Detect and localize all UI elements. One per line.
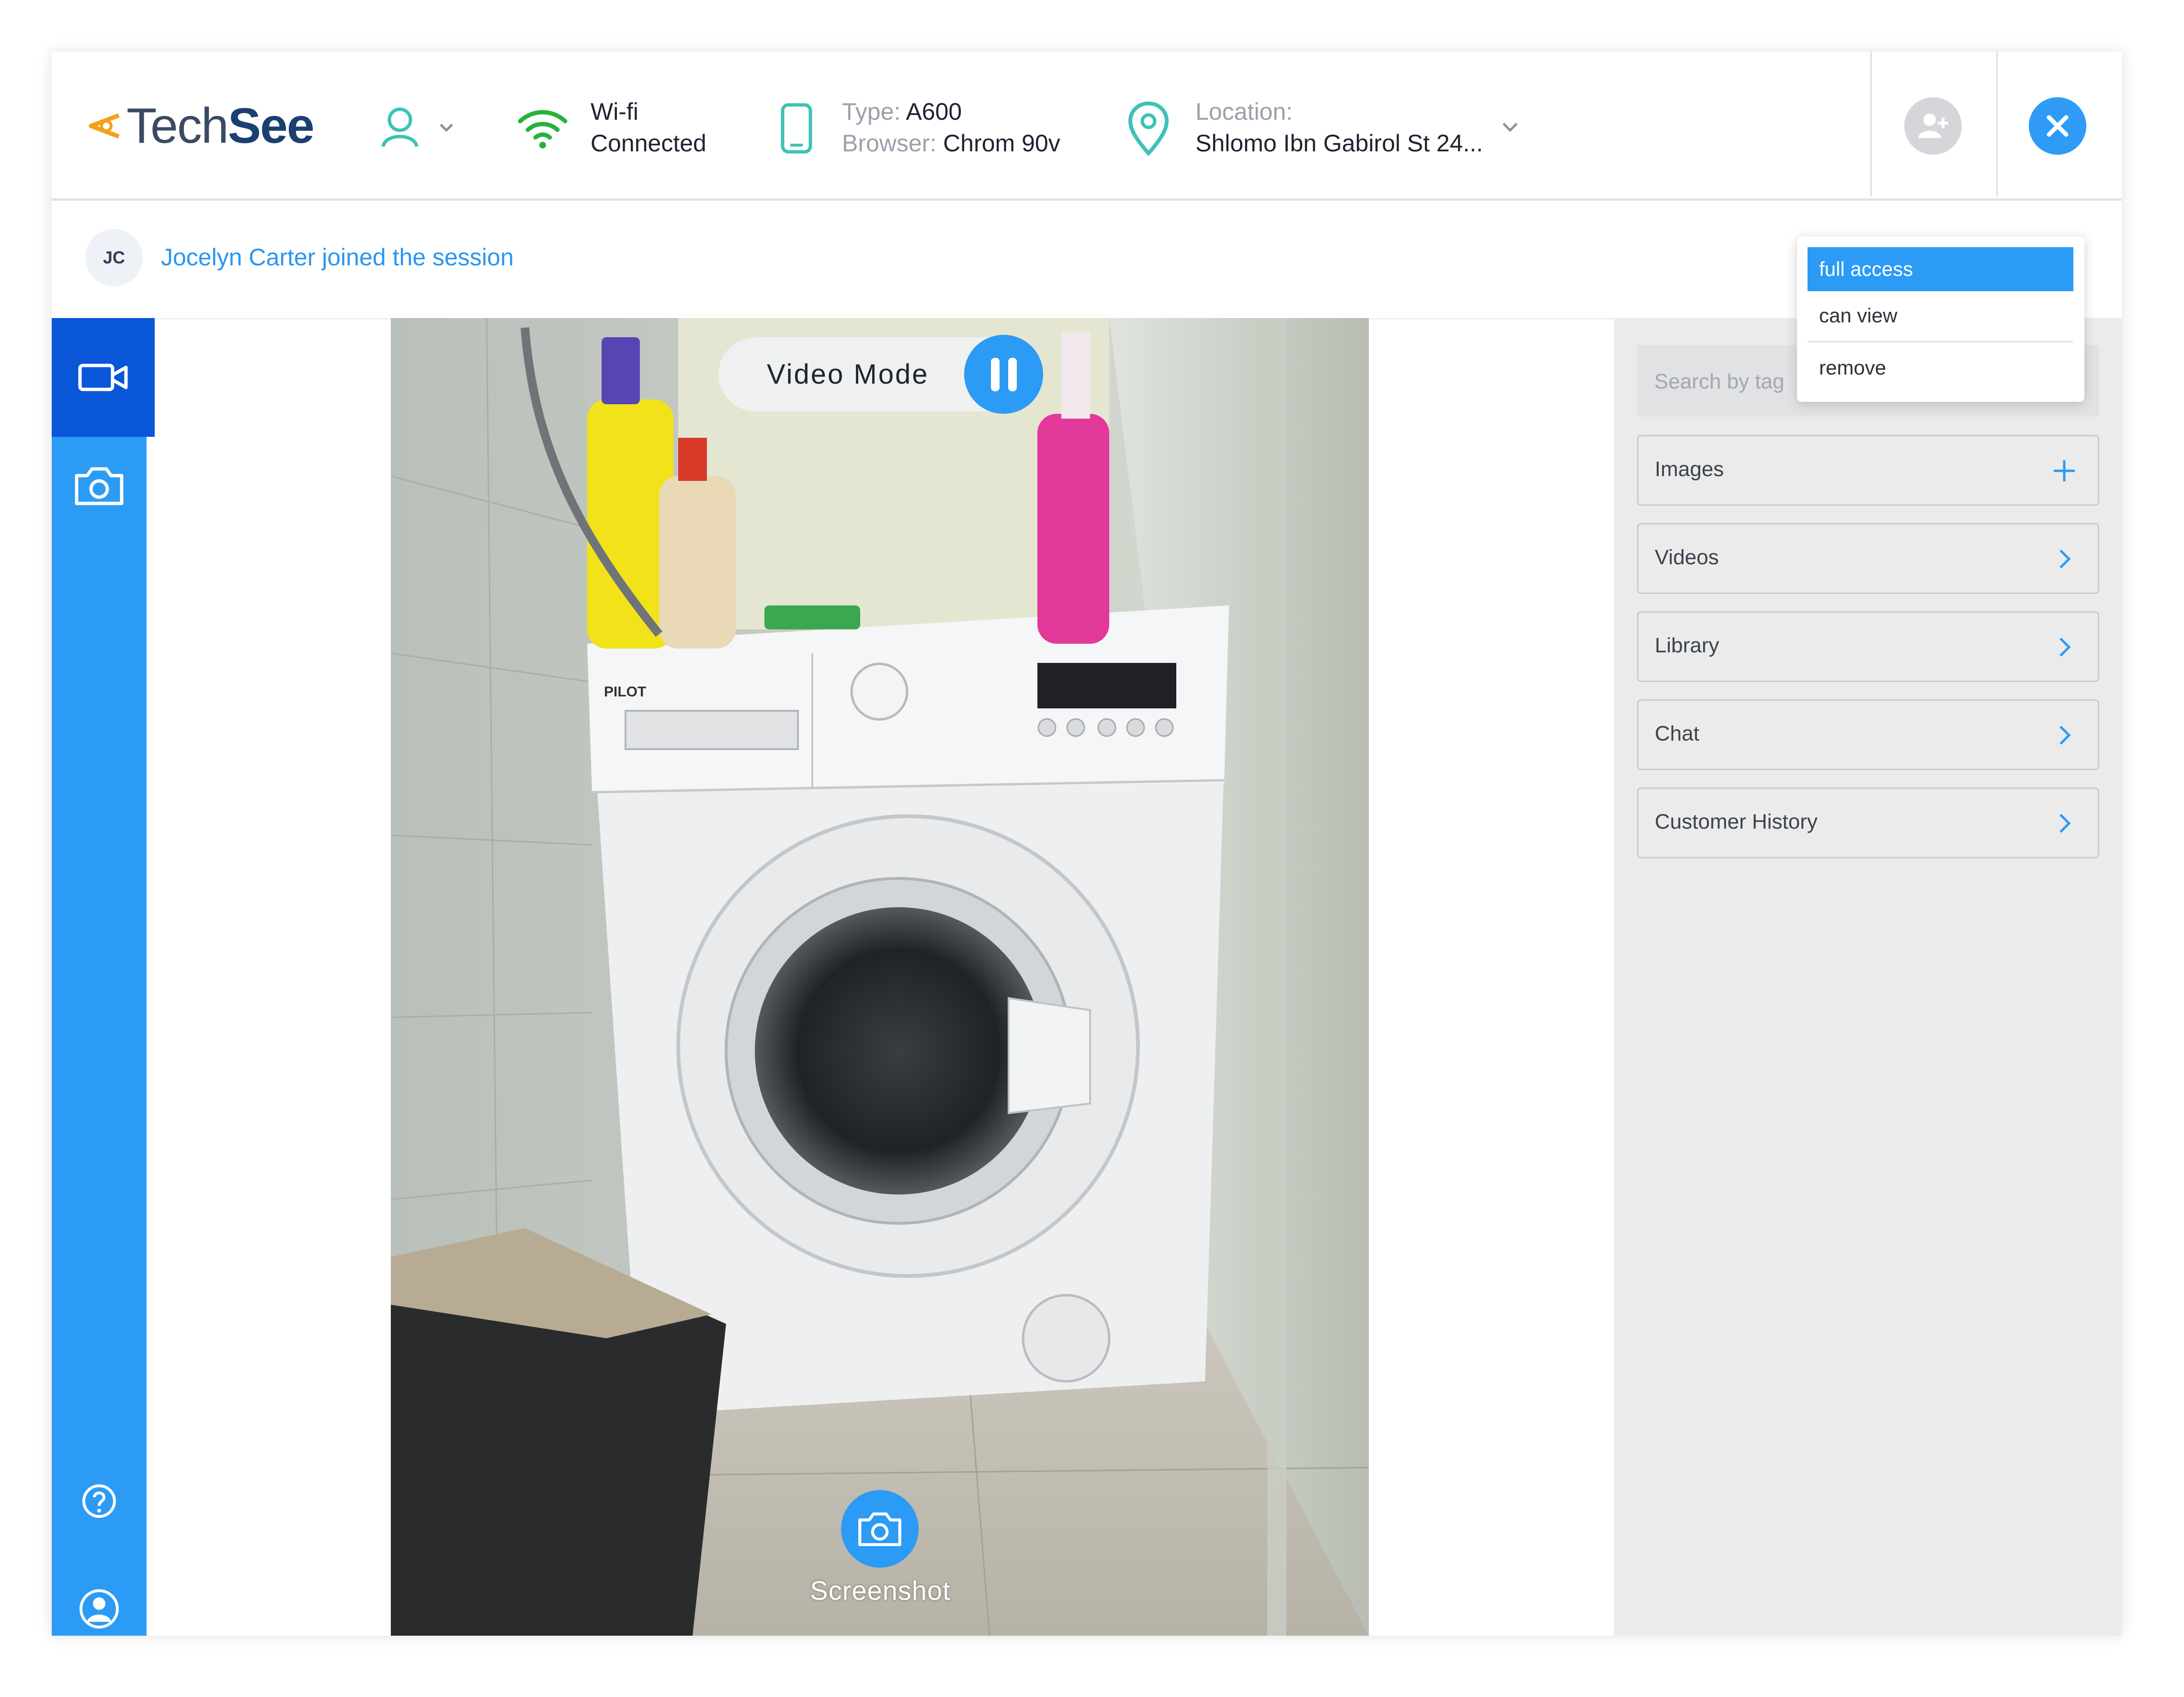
participant-joined-message: Jocelyn Carter joined the session <box>161 244 514 271</box>
pause-icon <box>990 357 1017 391</box>
screenshot-button[interactable] <box>841 1490 919 1568</box>
logo-text-see: See <box>228 98 315 154</box>
section-customer-history-label: Customer History <box>1655 810 1818 833</box>
user-outline-icon <box>381 107 453 148</box>
sidebar-item-video[interactable] <box>52 318 155 437</box>
section-videos-label: Videos <box>1655 546 1719 569</box>
help-icon <box>82 1484 116 1518</box>
network-state: Connected <box>591 130 706 157</box>
browser-label: Browser: <box>842 130 937 157</box>
camera-icon <box>858 1512 901 1546</box>
live-video-stream[interactable]: PILOT <box>391 318 1369 1636</box>
close-icon <box>2047 115 2069 137</box>
section-customer-history[interactable]: Customer History <box>1637 787 2099 858</box>
plus-icon[interactable] <box>2051 457 2078 484</box>
end-session-button[interactable] <box>2029 97 2086 155</box>
video-frame: PILOT <box>391 318 1369 1636</box>
browser-value: Chrom 90v <box>943 130 1060 157</box>
location-pin-icon <box>1128 101 1169 157</box>
chevron-right-icon <box>2059 814 2071 833</box>
section-library-label: Library <box>1655 634 1719 657</box>
device-type-label: Type: <box>842 98 901 125</box>
section-images-label: Images <box>1655 457 1724 481</box>
network-status: Wi-fi Connected <box>591 96 706 159</box>
participant-avatar: JC <box>85 229 143 286</box>
sidebar-item-screenshots[interactable] <box>52 452 147 519</box>
permission-option-can-view[interactable]: can view <box>1808 294 2073 338</box>
location-label: Location: <box>1195 98 1293 125</box>
svg-text:PILOT: PILOT <box>604 684 646 700</box>
add-user-icon <box>1918 114 1948 138</box>
video-camera-icon <box>78 364 127 391</box>
permission-option-full-access[interactable]: full access <box>1808 247 2073 291</box>
network-name: Wi-fi <box>591 98 638 125</box>
location-info[interactable]: Location: Shlomo Ibn Gabirol St 24... <box>1195 96 1483 159</box>
video-mode-label: Video Mode <box>767 359 929 390</box>
permission-option-remove[interactable]: remove <box>1808 346 2073 390</box>
section-library[interactable]: Library <box>1637 611 2099 682</box>
header-divider <box>1996 52 1998 196</box>
app-window: Tech See Wi-fi Connected Type: A600 Brows <box>52 52 2122 1636</box>
logo-text-tech: Tech <box>126 98 229 154</box>
permission-dropdown-menu: full access can view remove <box>1797 237 2084 402</box>
media-panel <box>1614 318 2122 1636</box>
pause-button[interactable] <box>964 335 1043 414</box>
sidebar-item-help[interactable] <box>52 1470 147 1532</box>
section-videos[interactable]: Videos <box>1637 523 2099 594</box>
location-value: Shlomo Ibn Gabirol St 24... <box>1195 130 1483 157</box>
device-type-value: A600 <box>906 98 962 125</box>
section-chat[interactable]: Chat <box>1637 699 2099 770</box>
wifi-icon <box>518 110 568 148</box>
chevron-right-icon <box>2059 726 2071 745</box>
tag-search-placeholder: Search by tag <box>1654 370 1785 393</box>
sidebar-item-profile[interactable] <box>52 1578 147 1636</box>
camera-icon <box>75 467 124 505</box>
add-participant-button[interactable] <box>1904 97 1962 155</box>
top-header: Tech See Wi-fi Connected Type: A600 Brows <box>52 52 2122 201</box>
menu-divider <box>1808 341 2073 342</box>
section-chat-label: Chat <box>1655 722 1699 745</box>
mobile-device-icon <box>781 103 812 154</box>
device-info: Type: A600 Browser: Chrom 90v <box>842 96 1060 159</box>
chevron-right-icon <box>2059 638 2071 657</box>
header-divider <box>1870 52 1872 196</box>
screenshot-label: Screenshot <box>810 1575 951 1606</box>
eye-logo-icon <box>89 113 120 139</box>
user-profile-icon <box>80 1589 119 1629</box>
user-menu[interactable] <box>378 105 474 151</box>
left-sidebar <box>52 318 155 1636</box>
section-images[interactable]: Images <box>1637 435 2099 506</box>
techsee-logo: Tech See <box>85 95 315 157</box>
chevron-down-icon[interactable] <box>1501 120 1520 134</box>
chevron-right-icon <box>2059 549 2071 569</box>
